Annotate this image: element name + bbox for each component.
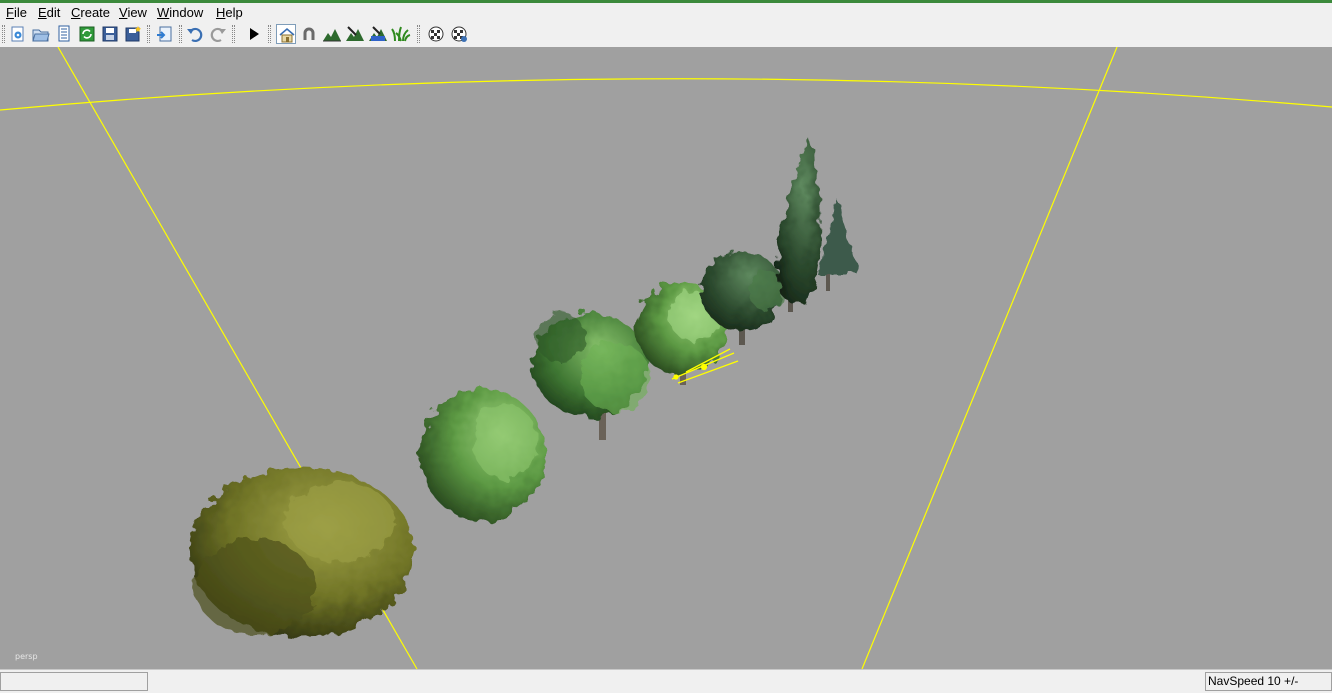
refresh-icon[interactable] (77, 24, 97, 44)
navspeed-label: NavSpeed 10 +/- (1208, 674, 1299, 688)
tree-olive-bush[interactable] (190, 467, 414, 637)
status-panel (0, 672, 148, 691)
document-icon[interactable] (54, 24, 74, 44)
status-bar: NavSpeed 10 +/- (0, 669, 1332, 693)
toolbar-separator (147, 25, 150, 43)
checker-icon[interactable] (426, 24, 446, 44)
terrain-icon[interactable] (322, 24, 342, 44)
3d-viewport[interactable]: persp (0, 47, 1332, 669)
status-panel (150, 672, 1204, 691)
menu-edit[interactable]: Edit (38, 4, 60, 21)
redo-icon[interactable] (208, 24, 228, 44)
save-all-icon[interactable] (123, 24, 143, 44)
import-icon[interactable] (154, 24, 174, 44)
new-icon[interactable] (8, 24, 28, 44)
tree-oak[interactable] (532, 312, 650, 440)
scene-render[interactable] (0, 47, 1332, 669)
tree-round-light[interactable] (420, 389, 546, 521)
save-icon[interactable] (100, 24, 120, 44)
menu-create[interactable]: Create (71, 4, 110, 21)
menu-file[interactable]: File (6, 4, 27, 21)
undo-icon[interactable] (185, 24, 205, 44)
toolbar-separator (232, 25, 235, 43)
toolbar-separator (417, 25, 420, 43)
menu-view[interactable]: View (119, 4, 147, 21)
terrain-water-icon[interactable] (368, 24, 388, 44)
tree-spruce[interactable] (818, 199, 858, 291)
open-icon[interactable] (31, 24, 51, 44)
menu-bar: File Edit Create View Window Help (0, 3, 1332, 22)
tree-cypress[interactable] (776, 137, 822, 312)
grass-icon[interactable] (391, 24, 411, 44)
checker-options-icon[interactable] (449, 24, 469, 44)
toolbar-separator (179, 25, 182, 43)
play-icon[interactable] (244, 24, 264, 44)
camera-label: persp (15, 652, 38, 661)
menu-help[interactable]: Help (216, 4, 243, 21)
home-icon[interactable] (276, 24, 296, 44)
magnet-icon[interactable] (299, 24, 319, 44)
toolbar-grip[interactable] (2, 25, 5, 43)
toolbar (0, 22, 1332, 48)
menu-window[interactable]: Window (157, 4, 203, 21)
terrain-paint-icon[interactable] (345, 24, 365, 44)
toolbar-separator (268, 25, 271, 43)
